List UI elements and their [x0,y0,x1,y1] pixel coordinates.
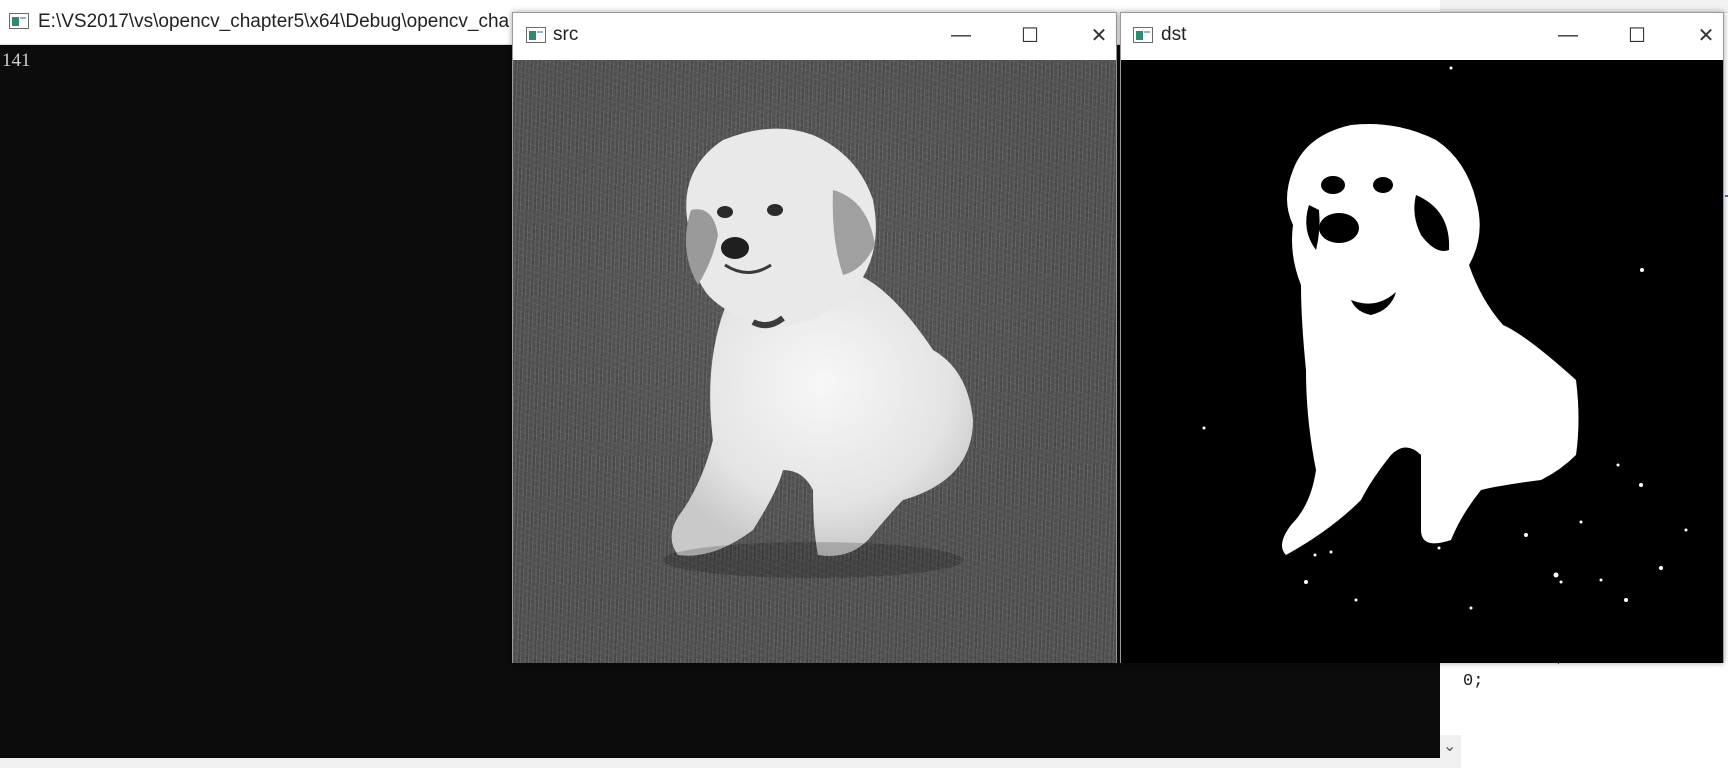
console-app-icon [9,13,29,29]
console-title: E:\VS2017\vs\opencv_chapter5\x64\Debug\o… [38,11,510,32]
code-line-2: 0; [1463,672,1484,691]
grayscale-dog-image [663,128,973,578]
chevron-down-icon[interactable]: ⌄ [1443,739,1456,755]
binary-dog-image [1202,66,1688,610]
close-icon[interactable]: ✕ [1079,21,1119,49]
console-output: 141 [2,50,31,71]
src-window-title: src [553,24,579,45]
console-bottom-edge [0,758,1440,768]
minimize-icon[interactable]: — [1548,21,1588,49]
dst-app-icon [1133,27,1153,43]
maximize-icon[interactable]: ☐ [1010,21,1050,49]
maximize-icon[interactable]: ☐ [1617,21,1657,49]
minimize-icon[interactable]: — [941,21,981,49]
src-window: src — ☐ ✕ [512,12,1117,663]
dst-image [1121,60,1723,663]
editor-scrollbar[interactable]: ⌄ [1438,735,1461,768]
dst-window-title: dst [1161,24,1187,45]
dst-window: dst — ☐ ✕ [1120,12,1724,663]
src-image [513,60,1116,663]
src-app-icon [526,27,546,43]
close-icon[interactable]: ✕ [1686,21,1726,49]
